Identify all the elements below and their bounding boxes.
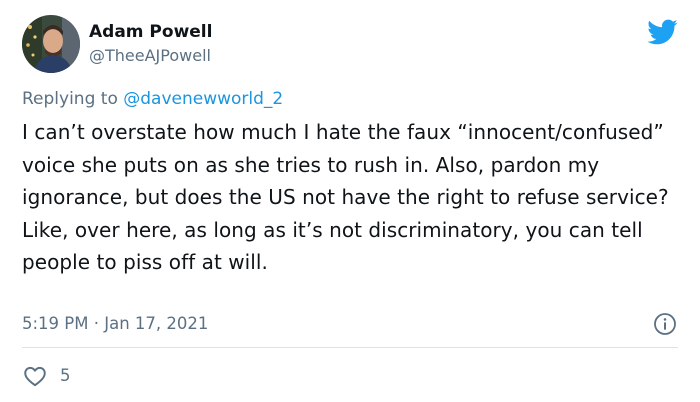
author-handle[interactable]: @TheeAJPowell (89, 46, 211, 66)
author-name[interactable]: Adam Powell (89, 22, 212, 42)
twitter-bird-icon[interactable] (646, 16, 678, 48)
replying-to-line: Replying to @davenewworld_2 (22, 88, 283, 110)
replying-to-label: Replying to (22, 89, 124, 109)
avatar-photo (22, 15, 80, 73)
avatar[interactable] (22, 15, 80, 73)
tweet-card: Adam Powell @TheeAJPowell Replying to @d… (0, 0, 700, 402)
info-icon[interactable] (653, 312, 677, 336)
tweet-timestamp[interactable]: 5:19 PM · Jan 17, 2021 (22, 313, 208, 335)
reply-mention-link[interactable]: @davenewworld_2 (123, 89, 283, 109)
heart-icon (24, 366, 46, 387)
tweet-text: I can’t overstate how much I hate the fa… (22, 120, 669, 274)
like-count: 5 (60, 366, 71, 385)
divider (22, 347, 678, 348)
like-button[interactable]: 5 (22, 362, 71, 390)
